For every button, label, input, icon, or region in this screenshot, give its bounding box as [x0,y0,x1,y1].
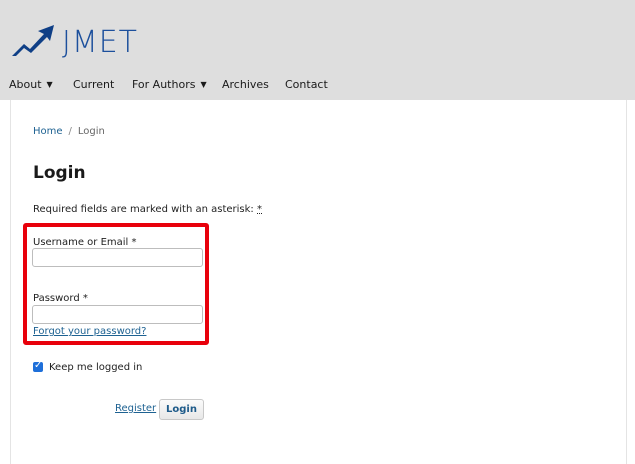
username-label: Username or Email * [33,237,137,248]
content-frame [10,100,627,464]
site-logo-text: JMET [62,25,139,60]
nav-about[interactable]: About ▼ [9,77,53,93]
caret-down-icon: ▼ [46,80,53,89]
required-marker: * [257,204,262,215]
required-fields-text: Required fields are marked with an aster… [33,204,254,215]
nav-about-label: About [9,78,42,91]
nav-archives-label: Archives [222,78,269,91]
username-input[interactable] [32,248,203,267]
password-label: Password * [33,293,88,304]
login-button[interactable]: Login [159,399,204,420]
breadcrumb-home-link[interactable]: Home [33,126,63,137]
nav-for-authors-label: For Authors [132,78,196,91]
nav-contact-label: Contact [285,78,328,91]
breadcrumb-current: Login [77,126,105,137]
nav-current[interactable]: Current [73,77,114,93]
trending-up-icon [12,25,54,56]
breadcrumb-separator: / [68,126,72,137]
password-input[interactable] [32,305,203,324]
nav-for-authors[interactable]: For Authors ▼ [132,77,207,93]
forgot-password-link[interactable]: Forgot your password? [33,326,146,337]
nav-current-label: Current [73,78,115,91]
breadcrumb: Home / Login [33,126,105,137]
keep-logged-in-label[interactable]: Keep me logged in [49,362,142,373]
register-link[interactable]: Register [115,403,156,414]
checkmark-icon: ✓ [34,360,43,371]
keep-logged-in-checkbox[interactable]: ✓ [33,360,43,372]
nav-archives[interactable]: Archives [222,77,269,93]
site-header: JMET About ▼ Current For Authors ▼ Archive… [0,0,635,100]
site-logo[interactable]: JMET [10,18,170,64]
nav-contact[interactable]: Contact [285,77,328,93]
page-title: Login [33,163,86,183]
caret-down-icon: ▼ [200,80,207,89]
required-fields-note: Required fields are marked with an aster… [33,204,262,215]
